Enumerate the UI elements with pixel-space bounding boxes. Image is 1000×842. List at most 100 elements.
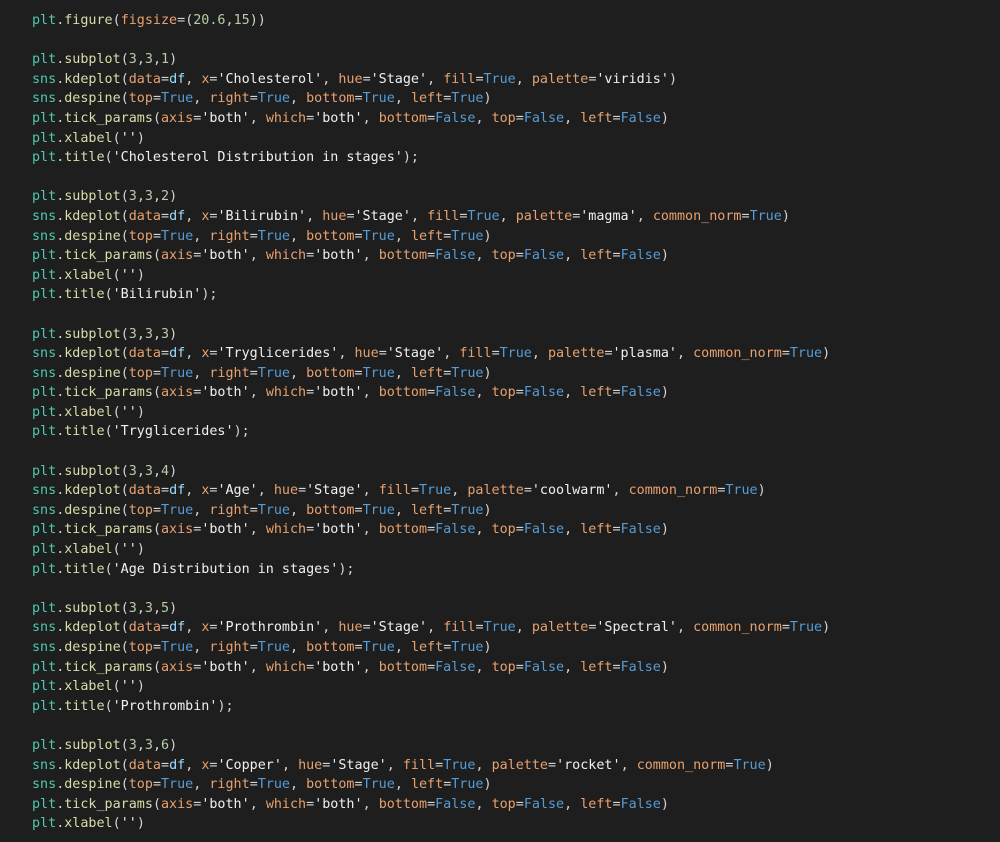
code-token: fill	[427, 208, 460, 224]
code-token: ,	[136, 189, 145, 205]
code-token: )	[136, 130, 145, 146]
code-line[interactable]: plt.title('Bilirubin');	[32, 285, 1000, 305]
code-token: left	[410, 640, 444, 655]
code-line[interactable]: plt.xlabel('')	[32, 403, 1000, 423]
code-token: )	[660, 110, 669, 126]
code-token: sns	[32, 365, 57, 381]
code-token: common_norm	[628, 483, 718, 499]
code-line[interactable]: sns.kdeplot(data=df, x='Age', hue='Stage…	[32, 481, 1000, 501]
code-token: =	[152, 365, 161, 381]
code-line[interactable]	[32, 716, 1000, 736]
code-line[interactable]: sns.despine(top=True, right=True, bottom…	[32, 227, 1000, 247]
code-token: 'rocket'	[556, 757, 621, 773]
code-line[interactable]	[32, 168, 1000, 188]
code-token: hue	[338, 620, 363, 636]
code-token: common_norm	[652, 208, 742, 224]
code-token: (	[112, 816, 121, 832]
code-line[interactable]: plt.tick_params(axis='both', which='both…	[32, 109, 1000, 129]
code-token: 3	[128, 463, 137, 479]
code-line[interactable]: sns.kdeplot(data=df, x='Copper', hue='St…	[32, 756, 1000, 776]
code-token: (	[120, 483, 129, 499]
code-line[interactable]	[32, 31, 1000, 51]
code-token: (	[112, 542, 121, 558]
code-token: 'Stage'	[330, 757, 387, 773]
code-token: 'both'	[314, 659, 363, 675]
code-token: top	[128, 777, 153, 793]
code-line[interactable]: plt.xlabel('')	[32, 266, 1000, 286]
code-token: ,	[362, 110, 379, 126]
code-line[interactable]: plt.subplot(3,3,6)	[32, 736, 1000, 756]
code-line[interactable]: plt.xlabel('')	[32, 129, 1000, 149]
code-token: =	[354, 502, 363, 518]
code-line[interactable]: plt.title('Tryglicerides');	[32, 422, 1000, 442]
code-token: ,	[564, 796, 581, 812]
code-token: =	[781, 346, 790, 362]
code-token: True	[362, 502, 395, 518]
code-line[interactable]: sns.despine(top=True, right=True, bottom…	[32, 89, 1000, 109]
code-token: True	[451, 228, 484, 244]
code-line[interactable]: sns.kdeplot(data=df, x='Bilirubin', hue=…	[32, 207, 1000, 227]
code-line[interactable]: plt.tick_params(axis='both', which='both…	[32, 520, 1000, 540]
code-line[interactable]: plt.xlabel('')	[32, 677, 1000, 697]
code-line[interactable]: plt.xlabel('')	[32, 540, 1000, 560]
code-token: =	[781, 620, 790, 636]
code-token: plt	[32, 110, 57, 126]
code-line[interactable]: plt.title('Prothrombin');	[32, 697, 1000, 717]
code-line[interactable]: plt.tick_params(axis='both', which='both…	[32, 383, 1000, 403]
code-editor[interactable]: plt.figure(figsize=(20.6,15)) plt.subplo…	[0, 0, 1000, 842]
code-line[interactable]: sns.despine(top=True, right=True, bottom…	[32, 364, 1000, 384]
code-token: False	[435, 385, 476, 401]
code-token: palette	[531, 71, 589, 87]
code-token: df	[169, 757, 186, 773]
code-token: 3	[128, 737, 137, 753]
code-token: =	[515, 796, 524, 812]
code-line[interactable]: plt.subplot(3,3,1)	[32, 50, 1000, 70]
code-token: 'Tryglicerides'	[112, 424, 234, 440]
code-line[interactable]: sns.kdeplot(data=df, x='Cholesterol', hu…	[32, 70, 1000, 90]
code-token: )	[660, 385, 669, 401]
code-token: =	[249, 502, 258, 518]
code-token: 'Bilirubin'	[217, 208, 307, 224]
code-token: 'Cholesterol'	[217, 71, 323, 87]
code-line[interactable]: plt.figure(figsize=(20.6,15))	[32, 11, 1000, 31]
code-line[interactable]	[32, 305, 1000, 325]
code-token: )	[668, 71, 677, 87]
code-token: =	[427, 522, 436, 538]
code-token: )	[169, 737, 178, 753]
code-token: ,	[394, 365, 411, 381]
code-line[interactable]	[32, 579, 1000, 599]
code-token: data	[128, 757, 161, 773]
code-token: sns	[32, 502, 57, 518]
code-line[interactable]: sns.kdeplot(data=df, x='Prothrombin', hu…	[32, 618, 1000, 638]
code-token: 'coolwarm'	[531, 483, 613, 499]
code-token: )	[660, 796, 669, 812]
code-line[interactable]: plt.xlabel('')	[32, 814, 1000, 834]
code-line[interactable]: plt.title('Cholesterol Distribution in s…	[32, 148, 1000, 168]
code-token: (	[120, 620, 129, 636]
code-token: (	[120, 326, 129, 342]
code-line[interactable]: sns.despine(top=True, right=True, bottom…	[32, 775, 1000, 795]
code-token: );	[201, 287, 218, 303]
code-token: =	[177, 13, 186, 28]
code-token: (	[104, 561, 113, 577]
code-line[interactable]: plt.subplot(3,3,3)	[32, 325, 1000, 345]
code-token: )	[483, 777, 492, 793]
code-line[interactable]: plt.tick_params(axis='both', which='both…	[32, 658, 1000, 678]
code-token: data	[128, 620, 161, 636]
code-token: =	[161, 71, 170, 87]
code-token: 'Stage'	[306, 483, 363, 499]
code-line[interactable]: plt.tick_params(axis='both', which='both…	[32, 246, 1000, 266]
code-line[interactable]	[32, 442, 1000, 462]
code-line[interactable]: plt.subplot(3,3,5)	[32, 599, 1000, 619]
code-line[interactable]: sns.despine(top=True, right=True, bottom…	[32, 501, 1000, 521]
code-line[interactable]: plt.subplot(3,3,2)	[32, 187, 1000, 207]
code-line[interactable]: sns.despine(top=True, right=True, bottom…	[32, 638, 1000, 658]
code-token: (	[120, 346, 129, 362]
code-line[interactable]: plt.tick_params(axis='both', which='both…	[32, 795, 1000, 815]
code-line[interactable]: sns.kdeplot(data=df, x='Tryglicerides', …	[32, 344, 1000, 364]
code-line[interactable]: plt.title('Age Distribution in stages');	[32, 560, 1000, 580]
code-token: df	[169, 620, 186, 636]
code-token: sns	[32, 620, 57, 636]
code-token: kdeplot	[64, 208, 121, 224]
code-line[interactable]: plt.subplot(3,3,4)	[32, 462, 1000, 482]
